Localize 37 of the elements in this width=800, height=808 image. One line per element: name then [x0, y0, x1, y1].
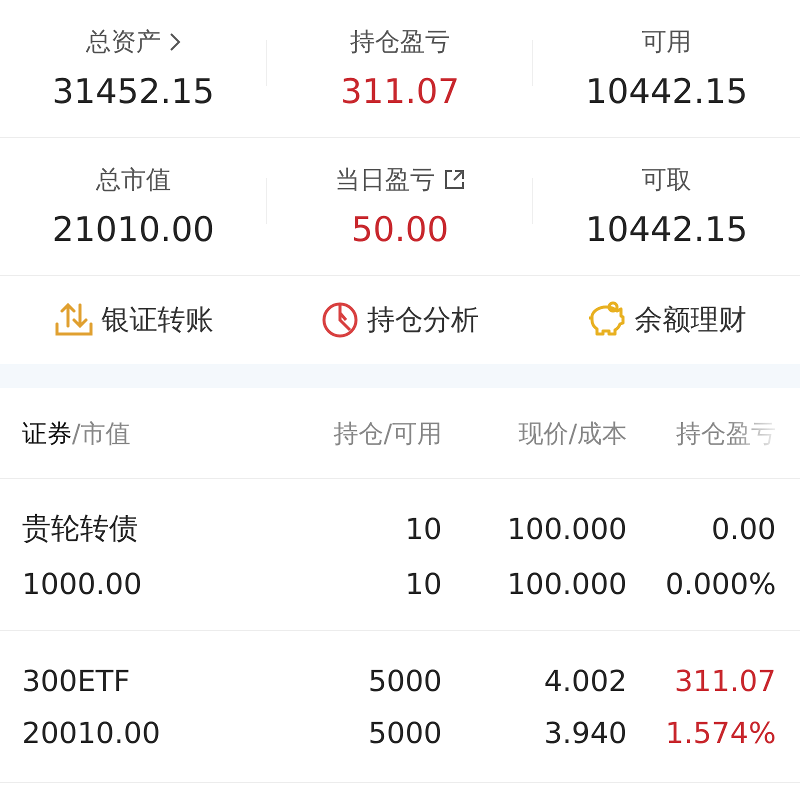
table-cell-text: 0.00 [710, 512, 776, 546]
external-link-icon [442, 168, 465, 190]
table-cell-text: 1.574% [664, 716, 776, 750]
table-cell-text: 3.940 [542, 716, 627, 750]
stat-label: 当日盈亏 [334, 164, 435, 196]
table-cell-text: 100.000 [506, 512, 627, 546]
table-cell-text: 1000.00 [22, 566, 143, 600]
stat-label: 总市值 [96, 164, 171, 196]
table-cell-text: 4.002 [542, 664, 627, 698]
security-name: 贵轮转债 [22, 510, 139, 546]
table-cell-text: 0.000% [664, 566, 776, 600]
table-cell-text: 10 [404, 512, 442, 546]
stat-label: 总资产 [86, 26, 161, 58]
column-header: 证券/市值 [22, 418, 132, 450]
table-cell-text: 10 [404, 566, 442, 600]
table-cell-text: 5000 [367, 716, 442, 750]
stat-label: 可取 [642, 164, 692, 196]
security-name: 300ETF [22, 664, 132, 698]
pie-chart-icon [320, 301, 359, 339]
action-button[interactable]: 余额理财 [586, 300, 746, 340]
table-cell-text: 100.000 [506, 566, 627, 600]
table-cell-text: 5000 [367, 664, 442, 698]
chevron-right-icon [168, 32, 181, 52]
stat-value: 311.07 [340, 72, 460, 112]
action-button[interactable]: 持仓分析 [320, 301, 479, 339]
stat-label: 持仓盈亏 [350, 26, 450, 58]
stat-value: 21010.00 [52, 210, 214, 250]
column-header: 持仓/可用 [332, 418, 442, 450]
column-header: 现价/成本 [518, 418, 627, 450]
action-button[interactable]: 银证转账 [54, 300, 214, 340]
stat-label: 可用 [642, 26, 692, 58]
table-cell-text: 311.07 [674, 664, 776, 698]
stat-value: 31452.15 [52, 72, 214, 112]
stat-value: 10442.15 [586, 210, 748, 250]
stat-value: 10442.15 [586, 72, 748, 112]
table-cell-text: 20010.00 [22, 716, 162, 750]
stat-value: 50.00 [351, 210, 449, 250]
